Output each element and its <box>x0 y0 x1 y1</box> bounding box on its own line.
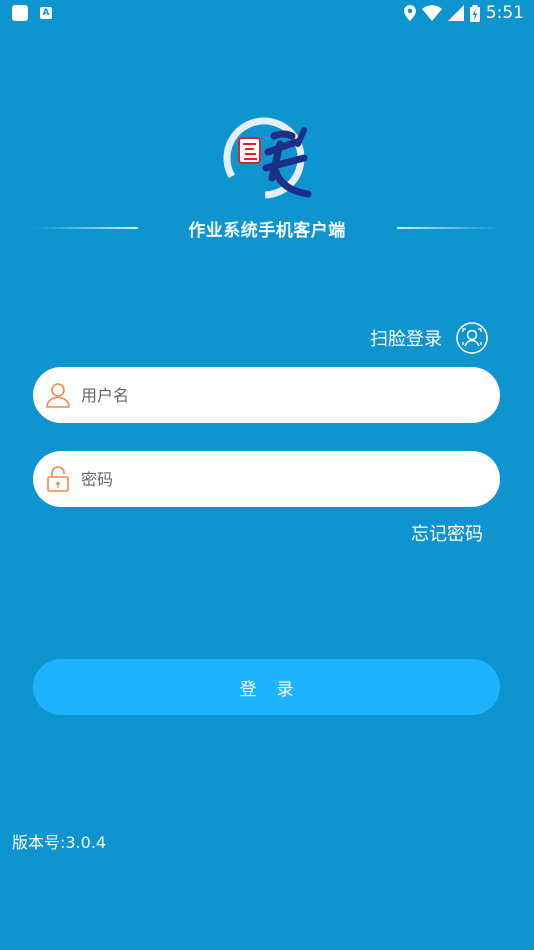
lock-icon <box>47 466 69 492</box>
login-button[interactable]: 登录 <box>33 659 500 715</box>
username-input[interactable] <box>79 384 463 406</box>
user-icon <box>46 383 70 408</box>
app-logo <box>223 117 312 199</box>
face-login-button[interactable]: 扫脸登录 <box>370 322 488 354</box>
status-right-icons: 5:51 <box>403 3 524 23</box>
wifi-icon <box>421 5 442 21</box>
forgot-password-link[interactable]: 忘记密码 <box>411 520 483 546</box>
divider-right <box>397 227 501 229</box>
subtitle-row: 作业系统手机客户端 <box>0 216 534 241</box>
battery-icon <box>469 4 480 22</box>
version-label: 版本号:3.0.4 <box>12 833 107 852</box>
status-time: 5:51 <box>485 3 524 23</box>
face-id-icon <box>456 322 488 354</box>
face-login-label: 扫脸登录 <box>370 329 442 350</box>
password-field[interactable] <box>33 451 500 507</box>
app-notification-icon: A <box>40 7 52 19</box>
signal-icon <box>447 5 464 21</box>
notification-icon <box>12 5 28 21</box>
location-icon <box>403 5 416 21</box>
username-field[interactable] <box>33 367 500 423</box>
password-input[interactable] <box>79 468 463 490</box>
status-left-icons: A <box>12 5 52 21</box>
status-bar: A 5:51 <box>0 0 534 28</box>
